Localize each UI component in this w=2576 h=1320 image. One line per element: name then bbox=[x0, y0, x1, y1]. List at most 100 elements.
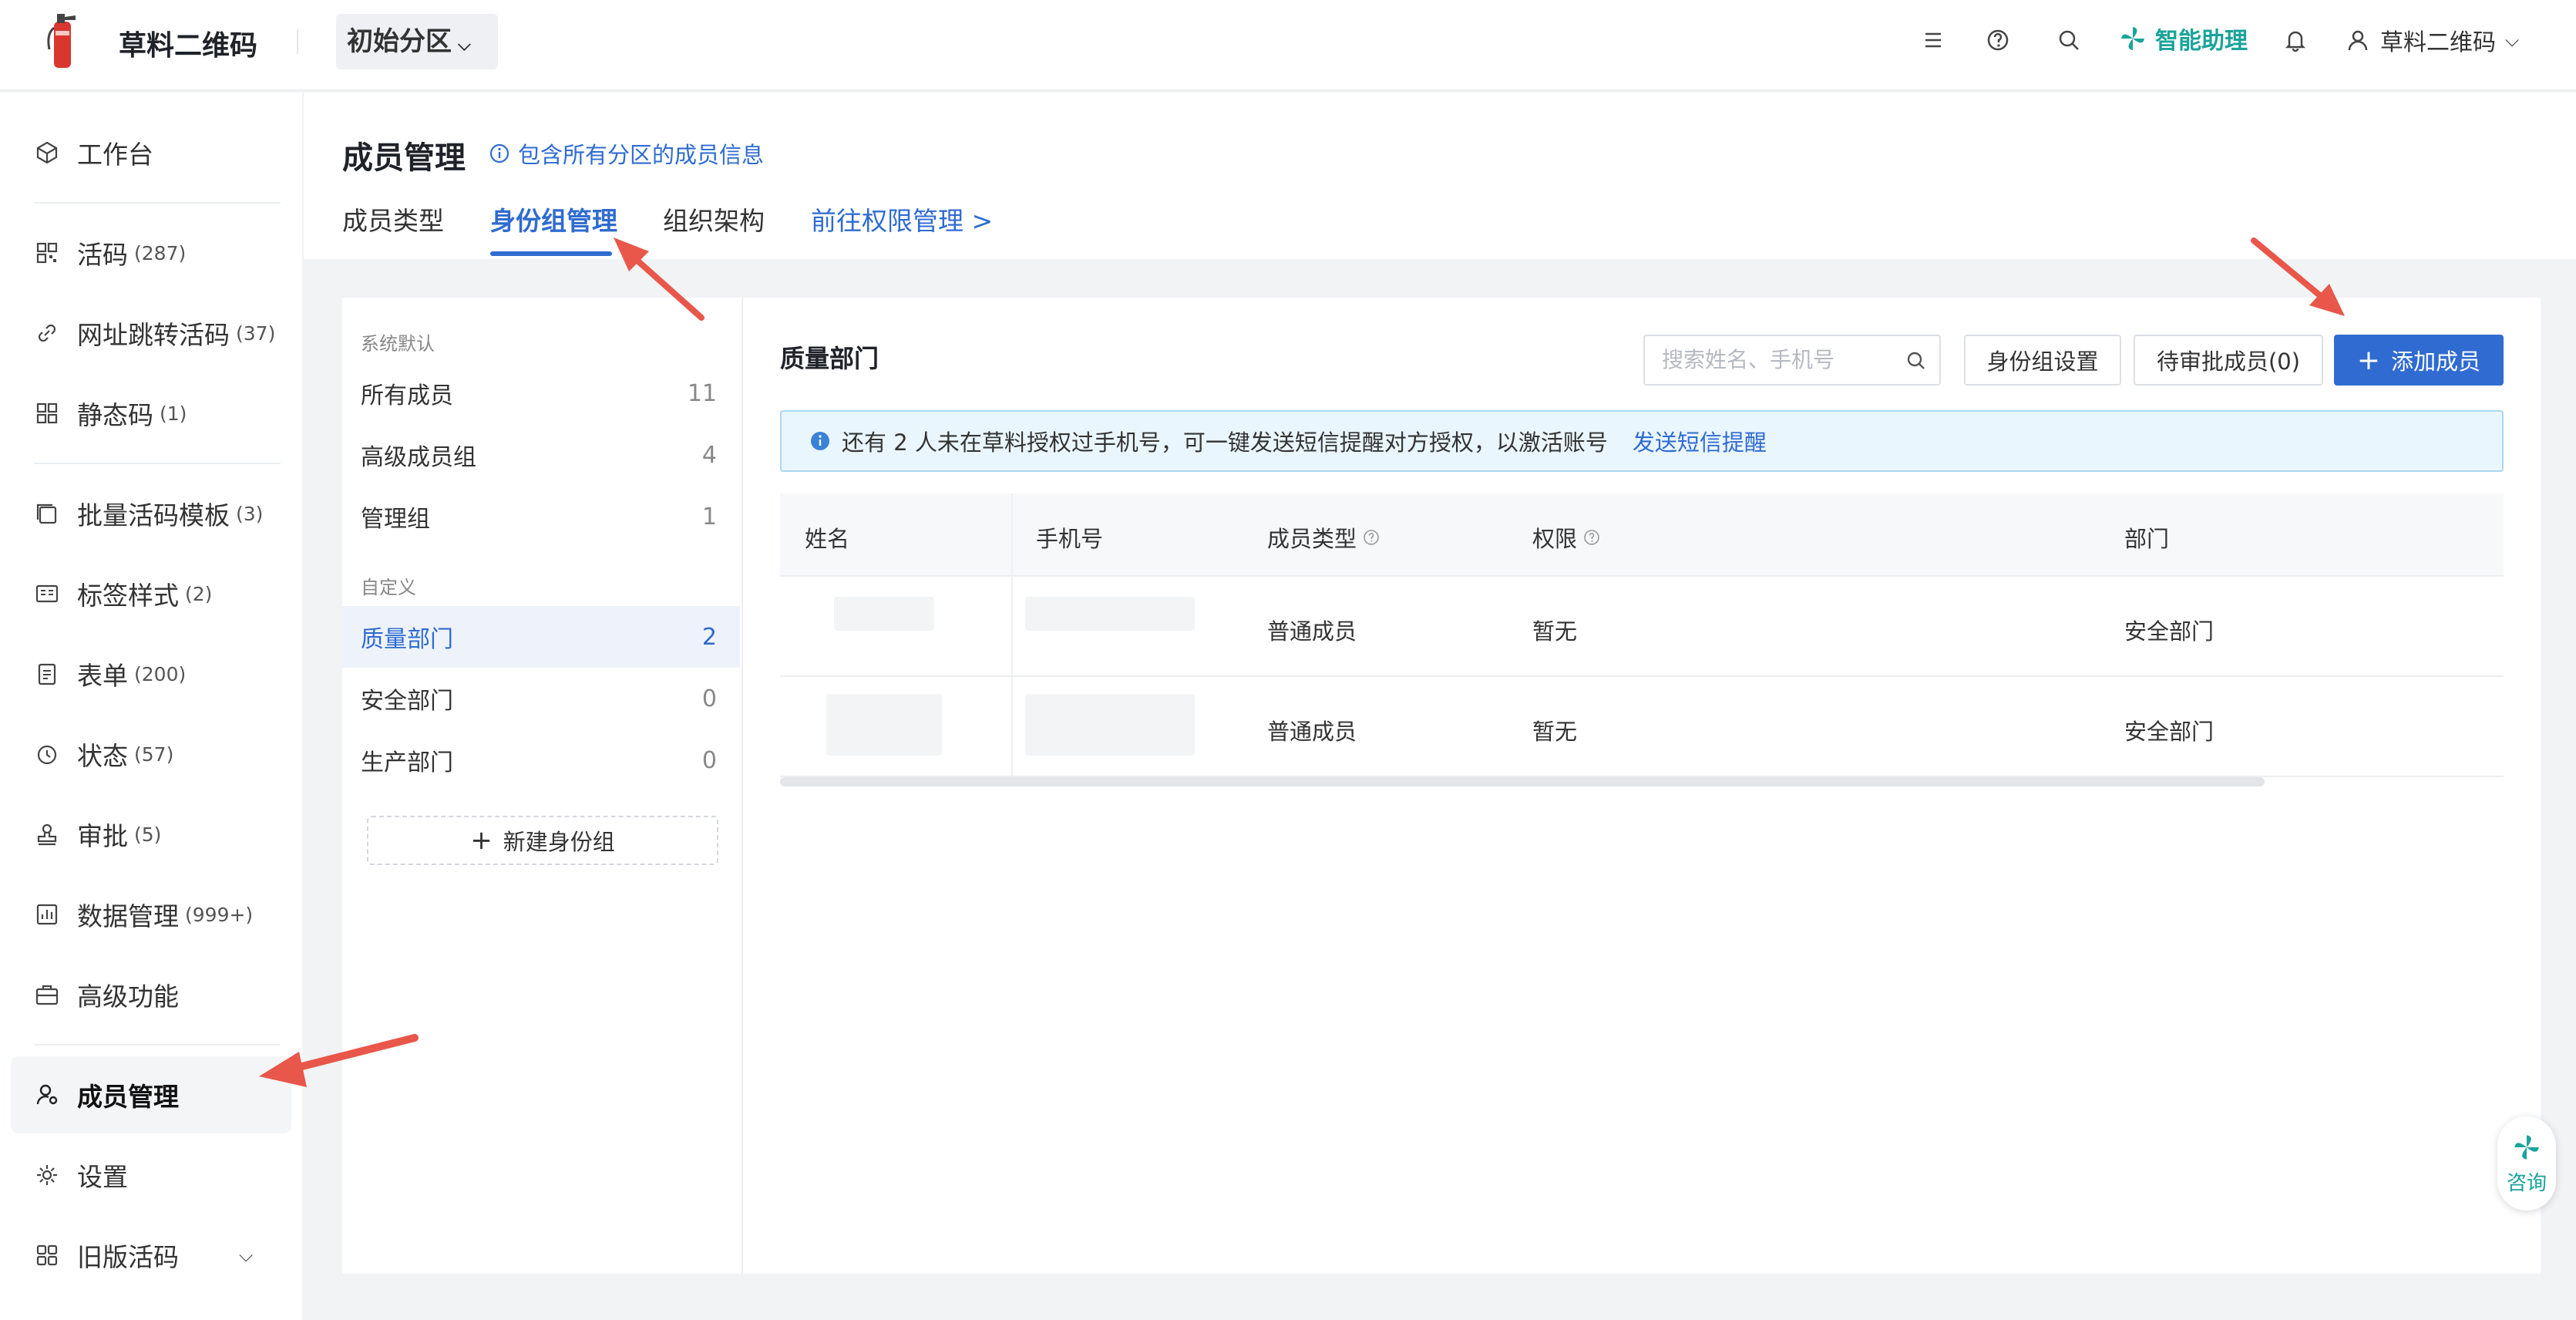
identity-group-list: 系统默认 所有成员 11 高级成员组 4 管理组 1 自定义 质量部门 2 安全部门 0 … bbox=[342, 298, 743, 1274]
col-member-type-label: 成员类型 bbox=[1267, 526, 1357, 552]
sidebar-item-status[interactable]: 状态 (57) bbox=[11, 716, 291, 793]
group-item-admin[interactable]: 管理组 1 bbox=[342, 486, 740, 547]
bell-icon[interactable] bbox=[2280, 25, 2311, 56]
page-info: 包含所有分区的成员信息 bbox=[489, 137, 764, 170]
info-circle-icon bbox=[489, 143, 509, 163]
group-settings-button[interactable]: 身份组设置 bbox=[1964, 335, 2121, 386]
cell-permission: 暂无 bbox=[1532, 719, 1578, 745]
help-icon[interactable] bbox=[1982, 25, 2013, 56]
tab-identity-group[interactable]: 身份组管理 bbox=[490, 200, 617, 237]
smart-assistant-label: 智能助理 bbox=[2155, 28, 2248, 55]
chevron-down-icon: ⌵ bbox=[458, 35, 471, 55]
send-sms-link[interactable]: 发送短信提醒 bbox=[1633, 425, 1767, 457]
search-input[interactable]: 搜索姓名、手机号 bbox=[1643, 335, 1941, 386]
pinwheel-icon bbox=[2121, 27, 2144, 50]
sidebar-item-data-management[interactable]: 数据管理 (999+) bbox=[11, 876, 291, 953]
sidebar-item-label: 审批 bbox=[77, 821, 128, 851]
group-name: 所有成员 bbox=[361, 382, 453, 409]
redacted-name bbox=[834, 597, 934, 631]
cube-icon bbox=[36, 141, 58, 164]
group-item-safety-dept[interactable]: 安全部门 0 bbox=[342, 668, 740, 729]
group-name: 高级成员组 bbox=[361, 444, 476, 471]
sidebar-item-count: (999+) bbox=[185, 903, 254, 926]
plus-icon: + bbox=[2356, 344, 2381, 376]
form-icon bbox=[38, 663, 56, 685]
apps-icon bbox=[36, 1244, 58, 1266]
tab-member-type[interactable]: 成员类型 bbox=[342, 200, 444, 237]
page-info-text: 包含所有分区的成员信息 bbox=[518, 142, 765, 168]
permission-management-link[interactable]: 前往权限管理 > bbox=[811, 200, 993, 237]
group-item-quality-dept[interactable]: 质量部门 2 bbox=[342, 606, 740, 668]
plus-icon: + bbox=[470, 825, 493, 856]
consult-button[interactable]: 咨询 bbox=[2497, 1116, 2556, 1211]
table-row[interactable]: 普通成员 暂无 安全部门 bbox=[780, 677, 2504, 777]
table-row[interactable]: 普通成员 暂无 安全部门 bbox=[780, 577, 2504, 677]
sidebar-item-count: (57) bbox=[134, 742, 174, 766]
group-item-all-members[interactable]: 所有成员 11 bbox=[342, 362, 740, 424]
sidebar-item-label: 活码 bbox=[77, 240, 128, 270]
sidebar-item-count: (2) bbox=[185, 582, 213, 605]
sidebar-divider bbox=[34, 1044, 281, 1046]
user-icon bbox=[2348, 30, 2368, 51]
info-icon bbox=[811, 432, 829, 450]
question-icon[interactable] bbox=[1363, 529, 1380, 546]
sidebar-item-label: 高级功能 bbox=[77, 982, 179, 1012]
partition-label: 初始分区 bbox=[347, 26, 452, 57]
group-title: 质量部门 bbox=[780, 344, 879, 373]
user-menu[interactable]: 草料二维码 ⌵ bbox=[2345, 23, 2519, 57]
sidebar-item-count: (200) bbox=[134, 662, 187, 685]
col-member-type: 成员类型 bbox=[1267, 521, 1380, 554]
pending-members-button[interactable]: 待审批成员(0) bbox=[2134, 335, 2323, 386]
question-icon[interactable] bbox=[1583, 529, 1600, 546]
sidebar-item-count: (5) bbox=[134, 823, 162, 846]
sidebar-item-count: (1) bbox=[160, 402, 187, 425]
sidebar-item-legacy-code[interactable]: 旧版活码 ⌵ bbox=[11, 1217, 291, 1294]
group-count: 11 bbox=[687, 379, 717, 407]
horizontal-scrollbar[interactable] bbox=[780, 777, 2265, 786]
label-icon bbox=[35, 584, 59, 603]
group-count: 4 bbox=[701, 441, 717, 469]
user-name: 草料二维码 bbox=[2380, 29, 2496, 56]
redacted-name bbox=[826, 694, 942, 756]
search-icon[interactable] bbox=[2053, 25, 2084, 56]
sidebar-item-url-redirect-code[interactable]: 网址跳转活码 (37) bbox=[11, 295, 291, 372]
sidebar-item-live-code[interactable]: 活码 (287) bbox=[11, 214, 291, 291]
sidebar-item-label-style[interactable]: 标签样式 (2) bbox=[11, 555, 291, 632]
group-name: 安全部门 bbox=[361, 688, 453, 715]
fire-extinguisher-logo-icon[interactable] bbox=[45, 11, 80, 69]
brand-name[interactable]: 草料二维码 bbox=[119, 23, 257, 63]
group-item-production-dept[interactable]: 生产部门 0 bbox=[342, 729, 740, 791]
pinwheel-icon bbox=[2514, 1134, 2539, 1160]
sms-reminder-alert: 还有 2 人未在草料授权过手机号，可一键发送短信提醒对方授权，以激活账号 发送短… bbox=[780, 410, 2504, 472]
partition-selector[interactable]: 初始分区 ⌵ bbox=[336, 14, 498, 69]
sidebar-item-approval[interactable]: 审批 (5) bbox=[11, 796, 291, 873]
grid-icon bbox=[36, 402, 58, 424]
menu-icon[interactable] bbox=[1918, 25, 1949, 56]
cell-permission: 暂无 bbox=[1532, 618, 1578, 645]
sidebar-item-workbench[interactable]: 工作台 bbox=[11, 114, 291, 191]
group-item-senior-members[interactable]: 高级成员组 4 bbox=[342, 424, 740, 486]
sidebar-item-settings[interactable]: 设置 bbox=[11, 1136, 291, 1214]
sidebar-item-label: 设置 bbox=[77, 1162, 128, 1192]
sidebar-item-count: (3) bbox=[236, 502, 264, 525]
sidebar-item-label: 数据管理 bbox=[77, 901, 179, 931]
redacted-phone bbox=[1025, 694, 1195, 756]
tab-org-structure[interactable]: 组织架构 bbox=[663, 200, 765, 237]
add-member-button[interactable]: + 添加成员 bbox=[2334, 335, 2504, 386]
smart-assistant-button[interactable]: 智能助理 bbox=[2118, 22, 2248, 56]
group-count: 2 bbox=[701, 623, 717, 651]
new-group-button[interactable]: + 新建身份组 bbox=[367, 816, 718, 865]
sidebar-item-count: (37) bbox=[236, 322, 276, 345]
sidebar-item-static-code[interactable]: 静态码 (1) bbox=[11, 375, 291, 452]
alert-text: 还有 2 人未在草料授权过手机号，可一键发送短信提醒对方授权，以激活账号 bbox=[842, 429, 1608, 456]
content-panel: 系统默认 所有成员 11 高级成员组 4 管理组 1 自定义 质量部门 2 安全部门 0 … bbox=[342, 298, 2541, 1274]
group-count: 0 bbox=[701, 746, 717, 774]
sidebar-item-advanced[interactable]: 高级功能 bbox=[11, 956, 291, 1033]
sidebar-item-form[interactable]: 表单 (200) bbox=[11, 635, 291, 712]
sidebar-item-member-management[interactable]: 成员管理 bbox=[11, 1056, 291, 1133]
page-header: 成员管理 包含所有分区的成员信息 成员类型 身份组管理 组织架构 前往权限管理 … bbox=[304, 93, 2576, 259]
sidebar-divider bbox=[34, 463, 281, 464]
sidebar-item-batch-template[interactable]: 批量活码模板 (3) bbox=[11, 475, 291, 552]
sidebar-item-label: 表单 bbox=[77, 661, 128, 691]
chevron-down-icon: ⌵ bbox=[239, 1244, 254, 1266]
